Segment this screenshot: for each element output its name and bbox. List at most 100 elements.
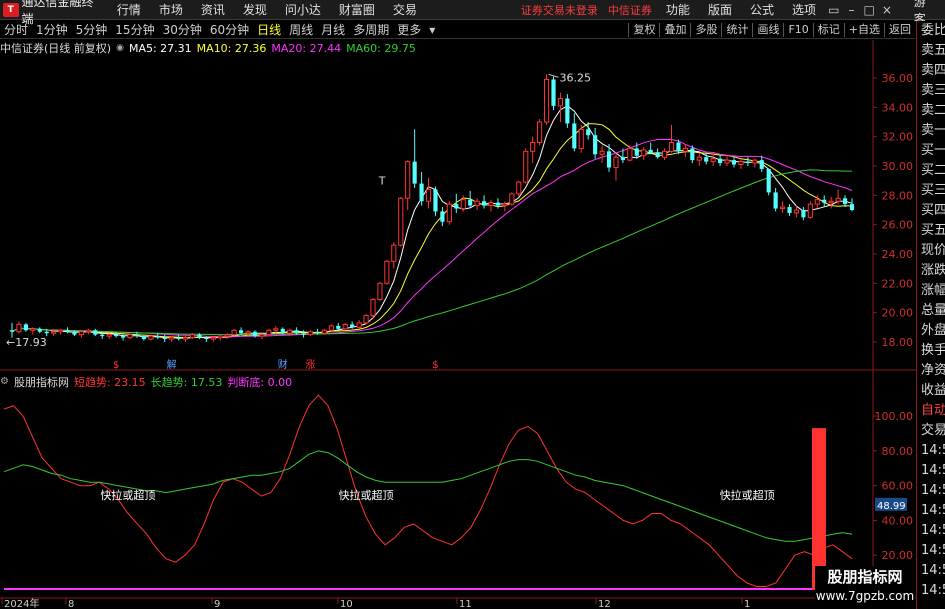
expand-icon[interactable]: ◉	[116, 43, 124, 53]
period-tab[interactable]: 周线	[285, 21, 317, 38]
stock-name[interactable]: 中信证券(日线 前复权)	[0, 40, 111, 56]
sidebar-item[interactable]: 涨跌	[917, 261, 945, 281]
watermark-url: www.7gpzb.com	[815, 589, 915, 603]
sidebar-item[interactable]: 14:56	[917, 441, 945, 461]
tool-adjust[interactable]: 复权	[628, 22, 659, 37]
candle-body-down	[759, 160, 764, 169]
menu-wealth[interactable]: 财富圈	[330, 0, 384, 20]
candle-body-down	[204, 337, 209, 340]
period-tab[interactable]: 60分钟	[206, 21, 253, 38]
menu-layout[interactable]: 版面	[699, 0, 741, 20]
tool-stats[interactable]: 统计	[721, 22, 752, 37]
period-tab[interactable]: 分时	[0, 21, 32, 38]
sidebar-item[interactable]: 净资	[917, 361, 945, 381]
maximize-icon[interactable]: □	[860, 3, 878, 17]
candle-body-down	[280, 328, 285, 334]
menu-bar: T 通达信金融终端 行情 市场 资讯 发现 问小达 财富圈 交易 证券交易未登录…	[0, 0, 945, 26]
candle-body-down	[704, 157, 709, 162]
candle-body-up	[224, 334, 230, 337]
sidebar-item[interactable]: 涨幅	[917, 281, 945, 301]
chart-canvas[interactable]: 36.00 34.00 32.00 30.00 28.00 26.00 24.00 22.00…	[0, 0, 945, 609]
sidebar-item[interactable]: 14:56	[917, 521, 945, 541]
menu-ask[interactable]: 问小达	[276, 0, 330, 20]
sidebar-item[interactable]: 卖五	[917, 41, 945, 61]
period-more[interactable]: 更多	[393, 21, 425, 38]
menu-market[interactable]: 市场	[150, 0, 192, 20]
period-tab-active[interactable]: 日线	[253, 21, 285, 38]
sidebar-item[interactable]: 卖三	[917, 81, 945, 101]
indicator-tick-label: 100.00	[875, 410, 914, 423]
sidebar-item[interactable]: 买一	[917, 141, 945, 161]
menu-discover[interactable]: 发现	[234, 0, 276, 20]
tool-multi[interactable]: 多股	[690, 22, 721, 37]
sidebar-item[interactable]: 14:56	[917, 561, 945, 581]
candle-body-up	[516, 181, 522, 195]
period-tab[interactable]: 1分钟	[32, 21, 72, 38]
period-tab[interactable]: 15分钟	[111, 21, 158, 38]
high-price-label: 36.25	[560, 71, 592, 84]
sidebar-item[interactable]: 买五	[917, 221, 945, 241]
sidebar-item[interactable]: 14:56	[917, 541, 945, 561]
candle-body-down	[141, 336, 146, 340]
sidebar-item[interactable]: 现价	[917, 241, 945, 261]
sidebar-item[interactable]: 卖四	[917, 61, 945, 81]
sidebar-item[interactable]: 总量	[917, 301, 945, 321]
sidebar-item[interactable]: 自动	[917, 401, 945, 421]
sidebar-item[interactable]: 买二	[917, 161, 945, 181]
sidebar-item[interactable]: 买三	[917, 181, 945, 201]
sidebar-item[interactable]: 14:56	[917, 461, 945, 481]
gear-icon[interactable]: ⚙	[0, 376, 9, 387]
sidebar-item[interactable]: 换手	[917, 341, 945, 361]
period-tab[interactable]: 多周期	[349, 21, 393, 38]
candle-body-up	[502, 203, 508, 207]
event-marker: 解	[167, 358, 177, 371]
tool-mark[interactable]: 标记	[812, 22, 844, 37]
candle-body-up	[231, 329, 237, 336]
low-price-label: ←17.93	[6, 336, 47, 349]
menu-news[interactable]: 资讯	[192, 0, 234, 20]
minimize-icon[interactable]: –	[843, 3, 861, 17]
indicator-name[interactable]: 股朋指标网	[14, 374, 69, 390]
sidebar-item[interactable]: 14:56	[917, 501, 945, 521]
broker-name[interactable]: 中信证券	[603, 2, 657, 18]
login-alert[interactable]: 证券交易未登录	[516, 2, 603, 18]
sidebar-item[interactable]: 委比	[917, 21, 945, 41]
tool-overlay[interactable]: 叠加	[659, 22, 690, 37]
period-tab[interactable]: 30分钟	[159, 21, 206, 38]
candle-body-down	[766, 168, 771, 193]
ma-line-ma20	[11, 139, 853, 338]
menu-formula[interactable]: 公式	[741, 0, 783, 20]
tool-back[interactable]: 返回	[884, 22, 915, 37]
menu-function[interactable]: 功能	[657, 0, 699, 20]
close-icon[interactable]: ×	[878, 3, 896, 17]
chevron-down-icon[interactable]: ▾	[425, 23, 439, 37]
candle-body-up	[106, 334, 112, 337]
candle-body-up	[641, 149, 647, 157]
candle-body-down	[72, 331, 77, 335]
menu-quotes[interactable]: 行情	[108, 0, 150, 20]
candle-body-up	[661, 150, 668, 158]
sidebar-item[interactable]: 交易	[917, 421, 945, 441]
sidebar-item[interactable]: 14:56	[917, 581, 945, 601]
sidebar-item[interactable]: 买四	[917, 201, 945, 221]
period-tab[interactable]: 5分钟	[72, 21, 112, 38]
candle-body-down	[572, 123, 577, 149]
tool-f10[interactable]: F10	[783, 22, 812, 37]
candle-body-down	[93, 330, 98, 335]
sidebar-item[interactable]: 收益	[917, 381, 945, 401]
tool-draw[interactable]: 画线	[752, 22, 783, 37]
candle-body-up	[273, 328, 279, 331]
skin-icon[interactable]: ▭	[825, 3, 843, 17]
sidebar-item[interactable]: 14:56	[917, 481, 945, 501]
period-tab[interactable]: 月线	[317, 21, 349, 38]
candle-body-up	[127, 334, 133, 339]
tool-add-favorite[interactable]: +自选	[843, 22, 884, 37]
sidebar-item[interactable]: 外盘	[917, 321, 945, 341]
menu-options[interactable]: 选项	[783, 0, 825, 20]
trade-marker-t: T	[378, 175, 386, 188]
menu-trade[interactable]: 交易	[384, 0, 426, 20]
candle-body-down	[849, 204, 855, 210]
candle-body-down	[9, 330, 15, 332]
sidebar-item[interactable]: 卖二	[917, 101, 945, 121]
sidebar-item[interactable]: 卖一	[917, 121, 945, 141]
